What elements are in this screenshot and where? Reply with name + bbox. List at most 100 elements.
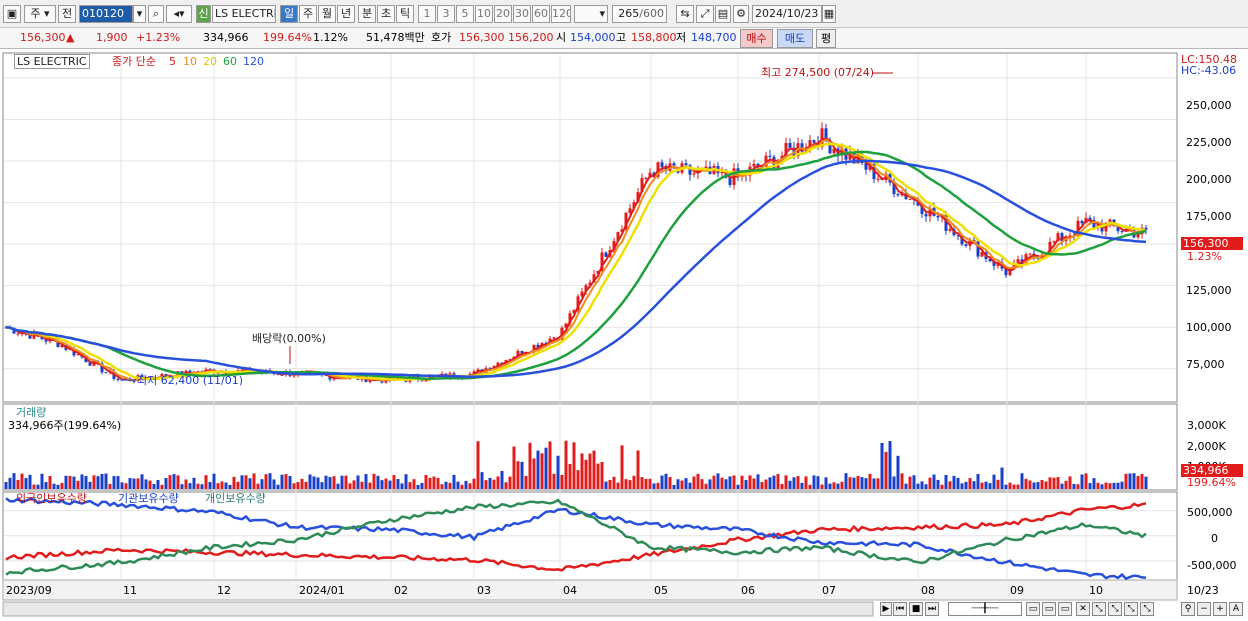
- volume-bar: [672, 484, 676, 489]
- interval-60-button[interactable]: 60: [532, 5, 550, 23]
- magnifier-icon[interactable]: ⚲: [1181, 602, 1195, 616]
- buy-button[interactable]: 매수: [740, 29, 773, 48]
- volume-bar: [896, 455, 900, 489]
- sell-button[interactable]: 매도: [777, 29, 813, 48]
- interval-5-button[interactable]: 5: [456, 5, 474, 23]
- volume-bar: [808, 484, 812, 489]
- volume-ratio: 199.64%: [263, 31, 312, 44]
- trend-icon[interactable]: ⤡: [1092, 602, 1106, 616]
- volume-bar: [1108, 483, 1112, 489]
- price-panel-frame: [2, 52, 1178, 403]
- interval-10-button[interactable]: 10: [475, 5, 493, 23]
- evaluate-button[interactable]: 평: [816, 29, 836, 48]
- crosshair-icon[interactable]: ✕: [1076, 602, 1090, 616]
- scroll-right-button[interactable]: ▶: [880, 602, 892, 616]
- volume-bar: [240, 475, 244, 489]
- candle-body: [1080, 220, 1084, 224]
- volume-bar: [252, 473, 256, 489]
- layout-icon[interactable]: ▭: [1058, 602, 1072, 616]
- date-input[interactable]: 2024/10/23: [752, 5, 822, 23]
- chart-area[interactable]: LS ELECTRIC 종가 단순 5 10 20 60 120 LC:150.…: [0, 50, 1248, 621]
- volume-bar: [936, 479, 940, 489]
- layout-icon[interactable]: ▭: [1026, 602, 1040, 616]
- volume-bar: [180, 484, 184, 489]
- stop-button[interactable]: ■: [909, 602, 923, 616]
- volume-bar: [756, 474, 760, 489]
- last-pct-tag: 1.23%: [1187, 250, 1222, 263]
- interval-3-button[interactable]: 3: [437, 5, 455, 23]
- volume-bar: [372, 473, 376, 489]
- volume-bar: [412, 479, 416, 489]
- font-size-icon[interactable]: A: [1229, 602, 1243, 616]
- market-select[interactable]: 주 ▾: [24, 5, 56, 23]
- settings-gear-icon[interactable]: ⚙: [733, 5, 749, 23]
- period-second-tab[interactable]: 초: [377, 5, 395, 23]
- chart-canvas[interactable]: [0, 50, 1248, 621]
- volume-bar: [996, 479, 1000, 489]
- volume-title: 거래량: [16, 406, 47, 419]
- period-month-tab[interactable]: 월: [318, 5, 336, 23]
- code-dropdown-icon[interactable]: ▾: [133, 5, 146, 23]
- save-icon[interactable]: ▤: [715, 5, 731, 23]
- volume-bar: [596, 463, 600, 489]
- interval-1-button[interactable]: 1: [418, 5, 436, 23]
- interval-20-button[interactable]: 20: [494, 5, 512, 23]
- volume-bar: [24, 478, 28, 489]
- volume-bar: [496, 476, 500, 489]
- interval-30-button[interactable]: 30: [513, 5, 531, 23]
- trend-icon[interactable]: ⤡: [1124, 602, 1138, 616]
- volume-bar: [196, 483, 200, 489]
- last-page-button[interactable]: ⏭: [925, 602, 939, 616]
- volume-bar: [788, 480, 792, 489]
- stock-name-field: LS ELECTRI: [212, 5, 276, 23]
- period-week-tab[interactable]: 주: [299, 5, 317, 23]
- volume-bar: [796, 476, 800, 489]
- volume-bar: [904, 483, 908, 489]
- period-minute-tab[interactable]: 분: [358, 5, 376, 23]
- volume-bar: [336, 483, 340, 489]
- volume-bar: [888, 441, 892, 489]
- prev-button[interactable]: 전: [58, 5, 76, 23]
- volume-bar: [692, 476, 696, 489]
- draw-icon[interactable]: ⤢: [696, 5, 714, 23]
- volume-bar: [360, 481, 364, 489]
- volume-bar: [1092, 478, 1096, 489]
- zoom-out-icon[interactable]: −: [1197, 602, 1211, 616]
- period-day-tab[interactable]: 일: [280, 5, 298, 23]
- period-tick-tab[interactable]: 틱: [396, 5, 414, 23]
- volume-bar: [800, 482, 804, 489]
- layout-icon[interactable]: ▭: [1042, 602, 1056, 616]
- custom-interval-select[interactable]: ▾: [574, 5, 608, 23]
- volume-bar: [168, 475, 172, 489]
- layout-icon[interactable]: ▣: [3, 5, 21, 23]
- calendar-icon[interactable]: ▦: [822, 5, 836, 23]
- volume-bar: [664, 473, 668, 489]
- horizontal-scrollbar: [2, 601, 874, 617]
- period-year-tab[interactable]: 년: [337, 5, 355, 23]
- trend-icon[interactable]: ⤡: [1140, 602, 1154, 616]
- search-icon[interactable]: ⌕: [148, 5, 164, 23]
- zoom-in-icon[interactable]: +: [1213, 602, 1227, 616]
- interval-120-button[interactable]: 120: [551, 5, 571, 23]
- volume-bar: [232, 476, 236, 489]
- holdings-y-tick: -500,000: [1187, 559, 1237, 572]
- change-percent: +1.23%: [136, 31, 181, 44]
- speaker-icon[interactable]: ◂▾: [166, 5, 192, 23]
- volume-bar: [820, 484, 824, 489]
- first-page-button[interactable]: ⏮: [893, 602, 907, 616]
- trend-icon[interactable]: ⤡: [1108, 602, 1122, 616]
- volume-bar: [992, 474, 996, 489]
- volume-bar: [624, 479, 628, 489]
- price-y-tick: 175,000: [1186, 210, 1232, 223]
- volume-bar: [408, 482, 412, 489]
- volume-bar: [156, 479, 160, 489]
- volume-bar: [828, 483, 832, 489]
- volume-bar: [492, 479, 496, 489]
- zoom-slider[interactable]: ┄┄╂┄┄: [948, 602, 1022, 616]
- candle-body: [660, 162, 664, 168]
- bar-count-input[interactable]: 265/600: [612, 5, 667, 23]
- candle-body: [948, 229, 952, 231]
- stock-code-input[interactable]: 010120: [79, 5, 133, 23]
- compare-icon[interactable]: ⇆: [676, 5, 694, 23]
- volume-bar: [56, 484, 60, 489]
